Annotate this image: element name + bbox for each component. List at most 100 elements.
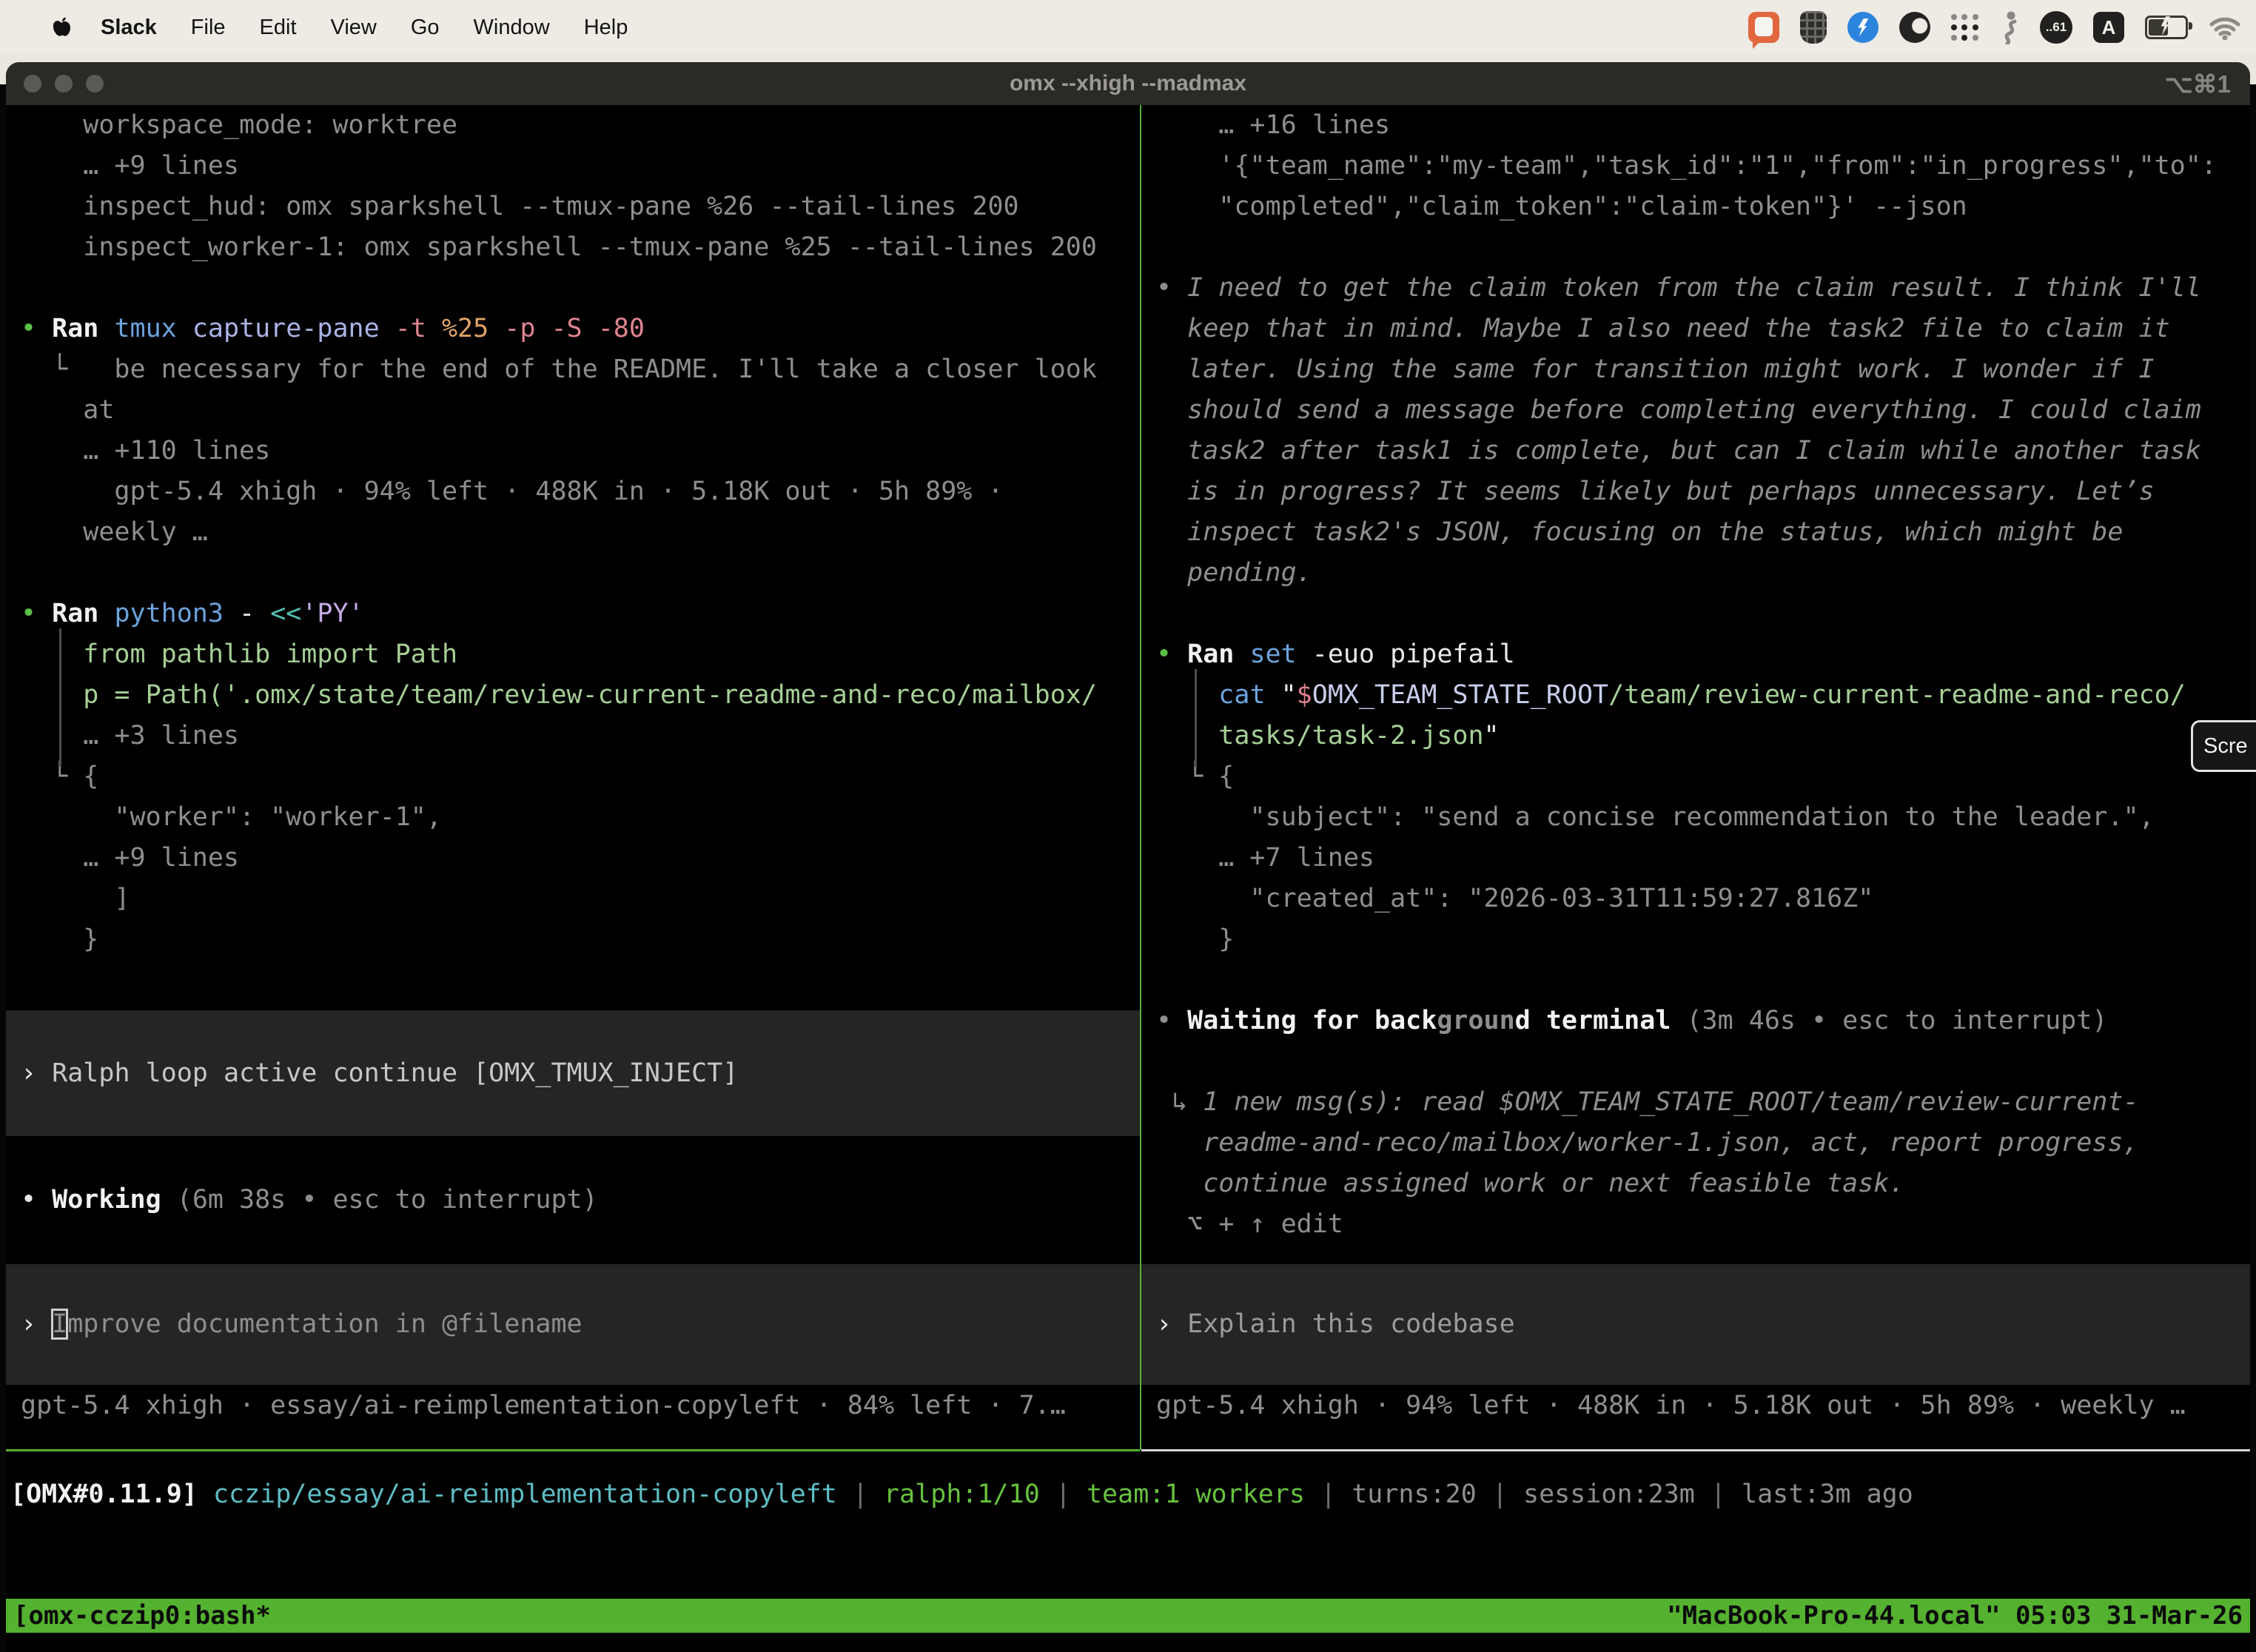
thought-bullet-icon: • (1156, 273, 1187, 303)
menu-item-file[interactable]: File (191, 16, 226, 40)
menu-item-view[interactable]: View (331, 16, 377, 40)
traffic-light-buttons (24, 75, 104, 93)
command-body-block: from pathlib import Path p = Path('.omx/… (21, 634, 1140, 756)
omx-session-path: cczip/essay/ai-reimplementation-copyleft (198, 1480, 837, 1509)
audio-hook-icon[interactable] (2000, 10, 2019, 44)
window-title: omx --xhigh --madmax (1010, 71, 1246, 96)
separator: | (1305, 1480, 1352, 1509)
terminal-line: … +7 lines (1156, 838, 2250, 879)
command-line-python: • Ran python3 - <<'PY' (21, 594, 1140, 634)
terminal-line: } (1156, 919, 2250, 960)
terminal-line: … +9 lines (21, 838, 1140, 879)
left-model-statusline: gpt-5.4 xhigh · essay/ai-reimplementatio… (6, 1386, 1140, 1426)
turns-counter: turns:20 (1352, 1480, 1477, 1509)
working-label: Working (52, 1185, 161, 1215)
file-path: tasks/task-2.json (1218, 721, 1483, 751)
thinking-line: task2 after task1 is complete, but can I… (1156, 431, 2250, 471)
terminal-line (1156, 1041, 2250, 1082)
return-arrow-icon: ↳ (1156, 1087, 1203, 1117)
command-name: set (1249, 639, 1312, 669)
command-line-tmux: • Ran tmux capture-pane -t %25 -p -S -80 (21, 309, 1140, 349)
prompt-chevron-icon: › (21, 1309, 52, 1339)
tmux-session-name[interactable]: [omx-cczip0:bash* (13, 1599, 271, 1633)
thinking-line: keep that in mind. Maybe I also need the… (1156, 309, 2250, 349)
code-line: p = Path('.omx/state/team/review-current… (21, 675, 1140, 716)
env-var: OMX_TEAM_STATE_ROOT (1312, 680, 1608, 710)
terminal-window: omx --xhigh --madmax ⌥⌘1 workspace_mode:… (6, 62, 2250, 1652)
zoom-button[interactable] (86, 75, 104, 93)
menu-status-area: ..61 A (1748, 10, 2241, 44)
terminal-line: ] (21, 879, 1140, 919)
ran-label: Ran (52, 599, 114, 628)
ran-label: Ran (1187, 639, 1249, 669)
minimize-button[interactable] (55, 75, 73, 93)
command-body-block: cat "$OMX_TEAM_STATE_ROOT/team/review-cu… (1156, 675, 2250, 756)
count-badge-icon[interactable]: ..61 (2040, 11, 2072, 44)
terminal-line: … +110 lines (21, 431, 1140, 471)
mailbox-notice-line: ↳ 1 new msg(s): read $OMX_TEAM_STATE_ROO… (1156, 1082, 2250, 1123)
pane-divider[interactable] (1140, 105, 1141, 1450)
dots-grid-icon[interactable] (1951, 13, 1979, 41)
screen-share-label: Scre (2203, 734, 2248, 759)
right-terminal-pane[interactable]: … +16 lines '{"team_name":"my-team","tas… (1141, 105, 2250, 1449)
power-badge-icon[interactable] (1847, 12, 1879, 43)
dollar-sign: $ (1297, 680, 1312, 710)
input-source-icon[interactable]: A (2093, 12, 2124, 43)
terminal-line: inspect_hud: omx sparkshell --tmux-pane … (21, 187, 1140, 227)
shield-grid-icon[interactable] (1800, 11, 1827, 44)
menu-item-edit[interactable]: Edit (260, 16, 297, 40)
menu-item-window[interactable]: Window (474, 16, 550, 40)
terminal-line: gpt-5.4 xhigh · 94% left · 488K in · 5.1… (21, 471, 1140, 512)
dark-crescent-icon[interactable] (1899, 12, 1930, 43)
last-activity: last:3m ago (1742, 1480, 1913, 1509)
left-prompt-input[interactable]: › Improve documentation in @filename (6, 1264, 1140, 1385)
ralph-counter: ralph:1/10 (884, 1480, 1040, 1509)
right-pane-scrollback: … +16 lines '{"team_name":"my-team","tas… (1141, 105, 2250, 1245)
wifi-icon[interactable] (2209, 15, 2241, 40)
close-button[interactable] (24, 75, 41, 93)
prompt-chevron-icon: › (1156, 1309, 1187, 1339)
window-titlebar[interactable]: omx --xhigh --madmax ⌥⌘1 (6, 62, 2250, 105)
chat-app-icon[interactable] (1748, 10, 1779, 44)
code-line: from pathlib import Path (21, 634, 1140, 675)
menu-app-name[interactable]: Slack (101, 16, 157, 40)
mailbox-notice-text: 1 new msg(s): read $OMX_TEAM_STATE_ROOT/… (1203, 1087, 2138, 1117)
terminal-line: … +9 lines (21, 146, 1140, 187)
battery-charging-icon[interactable] (2145, 16, 2188, 39)
window-shortcut-hint: ⌥⌘1 (2165, 70, 2231, 98)
separator: | (1695, 1480, 1742, 1509)
menu-item-go[interactable]: Go (411, 16, 440, 40)
quote: " (1281, 680, 1297, 710)
terminal-line: workspace_mode: worktree (21, 105, 1140, 146)
run-bullet-icon: • (1156, 639, 1187, 669)
apple-menu-icon[interactable] (52, 16, 71, 39)
left-pane-border (6, 1449, 1140, 1451)
terminal-line: … +16 lines (1156, 105, 2250, 146)
code-line: tasks/task-2.json" (1156, 716, 2250, 756)
command-args: -euo pipefail (1312, 639, 1515, 669)
right-pane-border (1141, 1449, 2250, 1451)
thinking-line: pending. (1156, 553, 2250, 594)
ralph-loop-text: Ralph loop active continue [OMX_TMUX_INJ… (52, 1058, 738, 1088)
team-workers: team:1 workers (1087, 1480, 1305, 1509)
thinking-line: • I need to get the claim token from the… (1156, 268, 2250, 309)
tmux-status-bar: [omx-cczip0:bash* "MacBook-Pro-44.local"… (6, 1599, 2250, 1633)
terminal-line: … +3 lines (21, 716, 1140, 756)
ralph-loop-banner: › Ralph loop active continue [OMX_TMUX_I… (6, 1010, 1140, 1136)
screen-share-chip[interactable]: Scre (2191, 720, 2256, 772)
command-name: python3 (114, 599, 239, 628)
subcommand: capture-pane (192, 314, 395, 343)
left-terminal-pane[interactable]: workspace_mode: worktree … +9 lines insp… (6, 105, 1140, 1449)
terminal-line: weekly … (21, 512, 1140, 553)
session-duration: session:23m (1523, 1480, 1695, 1509)
left-pane-scrollback: workspace_mode: worktree … +9 lines insp… (6, 105, 1140, 960)
terminal-line: inspect_worker-1: omx sparkshell --tmux-… (21, 227, 1140, 268)
menu-item-help[interactable]: Help (584, 16, 628, 40)
run-bullet-icon: • (21, 314, 52, 343)
thinking-text: I need to get the claim token from the c… (1187, 273, 2201, 303)
text-cursor[interactable]: I (52, 1309, 67, 1339)
terminal-line: └ { (21, 756, 1140, 797)
quote: " (1484, 721, 1500, 751)
right-prompt-input[interactable]: › Explain this codebase (1141, 1264, 2250, 1385)
thinking-line: later. Using the same for transition mig… (1156, 349, 2250, 390)
